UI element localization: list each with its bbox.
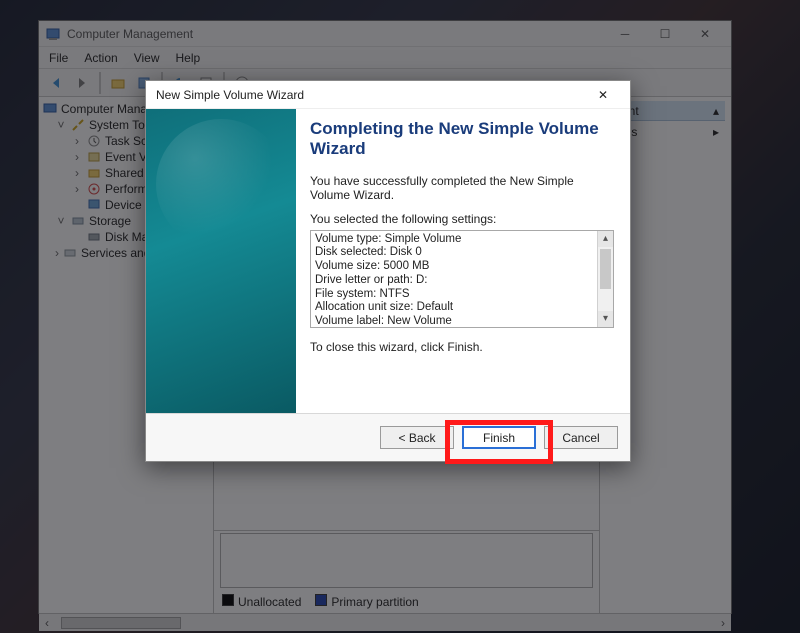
setting-line: Allocation unit size: Default bbox=[315, 301, 597, 315]
menu-help[interactable]: Help bbox=[176, 51, 201, 65]
wizard-titlebar: New Simple Volume Wizard ✕ bbox=[146, 81, 630, 109]
maximize-button[interactable]: ☐ bbox=[645, 23, 685, 45]
wizard-settings-label: You selected the following settings: bbox=[310, 212, 614, 226]
scroll-thumb[interactable] bbox=[61, 617, 181, 629]
folder-up-icon[interactable] bbox=[107, 72, 129, 94]
wizard-settings-listbox[interactable]: Volume type: Simple Volume Disk selected… bbox=[310, 230, 614, 328]
chevron-right-icon: ▸ bbox=[713, 125, 719, 139]
swatch-unallocated-icon bbox=[222, 594, 234, 606]
wizard-success-text: You have successfully completed the New … bbox=[310, 174, 614, 202]
tree-storage-label: Storage bbox=[89, 214, 131, 228]
wizard-close-button[interactable]: ✕ bbox=[586, 83, 620, 107]
mmc-titlebar: Computer Management ─ ☐ ✕ bbox=[39, 21, 731, 47]
cancel-button[interactable]: Cancel bbox=[544, 426, 618, 449]
setting-line: Disk selected: Disk 0 bbox=[315, 246, 597, 260]
legend: Unallocated Primary partition bbox=[214, 590, 599, 613]
scroll-right-icon[interactable]: › bbox=[715, 616, 731, 630]
event-icon bbox=[87, 150, 101, 164]
disk-graph-panel bbox=[214, 530, 599, 590]
share-icon bbox=[87, 166, 101, 180]
scroll-left-icon[interactable]: ‹ bbox=[39, 616, 55, 630]
swatch-primary-icon bbox=[315, 594, 327, 606]
scroll-up-icon[interactable]: ▴ bbox=[598, 231, 613, 247]
setting-line: Volume size: 5000 MB bbox=[315, 260, 597, 274]
computer-icon bbox=[43, 102, 57, 116]
wizard-sidebar-graphic bbox=[146, 109, 296, 413]
tools-icon bbox=[71, 118, 85, 132]
legend-unallocated: Unallocated bbox=[222, 594, 301, 609]
setting-line: Volume label: New Volume bbox=[315, 315, 597, 328]
wizard-close-hint: To close this wizard, click Finish. bbox=[310, 340, 614, 354]
window-title: Computer Management bbox=[67, 27, 193, 41]
legend-primary: Primary partition bbox=[315, 594, 418, 609]
performance-icon bbox=[87, 182, 101, 196]
disk-icon bbox=[87, 230, 101, 244]
storage-icon bbox=[71, 214, 85, 228]
wizard-content: Completing the New Simple Volume Wizard … bbox=[296, 109, 630, 413]
wizard-title: New Simple Volume Wizard bbox=[156, 88, 304, 102]
scroll-thumb[interactable] bbox=[600, 249, 611, 289]
wizard-dialog: New Simple Volume Wizard ✕ Completing th… bbox=[145, 80, 631, 462]
back-button[interactable]: < Back bbox=[380, 426, 454, 449]
collapse-icon[interactable]: ▴ bbox=[713, 104, 719, 118]
setting-line: Volume type: Simple Volume bbox=[315, 233, 597, 247]
minimize-button[interactable]: ─ bbox=[605, 23, 645, 45]
finish-button[interactable]: Finish bbox=[462, 426, 536, 449]
scroll-down-icon[interactable]: ▾ bbox=[598, 311, 613, 327]
wizard-footer: < Back Finish Cancel bbox=[146, 413, 630, 461]
setting-line: File system: NTFS bbox=[315, 288, 597, 302]
setting-line: Drive letter or path: D: bbox=[315, 274, 597, 288]
device-icon bbox=[87, 198, 101, 212]
clock-icon bbox=[87, 134, 101, 148]
services-icon bbox=[63, 246, 77, 260]
app-icon bbox=[45, 26, 61, 42]
listbox-scrollbar[interactable]: ▴ ▾ bbox=[597, 231, 613, 327]
back-icon[interactable] bbox=[45, 72, 67, 94]
menu-bar: File Action View Help bbox=[39, 47, 731, 69]
horizontal-scrollbar[interactable]: ‹ › bbox=[39, 613, 731, 631]
wizard-heading: Completing the New Simple Volume Wizard bbox=[310, 119, 614, 160]
menu-action[interactable]: Action bbox=[84, 51, 117, 65]
disk-box[interactable] bbox=[220, 533, 593, 588]
menu-view[interactable]: View bbox=[134, 51, 160, 65]
close-button[interactable]: ✕ bbox=[685, 23, 725, 45]
forward-icon[interactable] bbox=[71, 72, 93, 94]
menu-file[interactable]: File bbox=[49, 51, 68, 65]
